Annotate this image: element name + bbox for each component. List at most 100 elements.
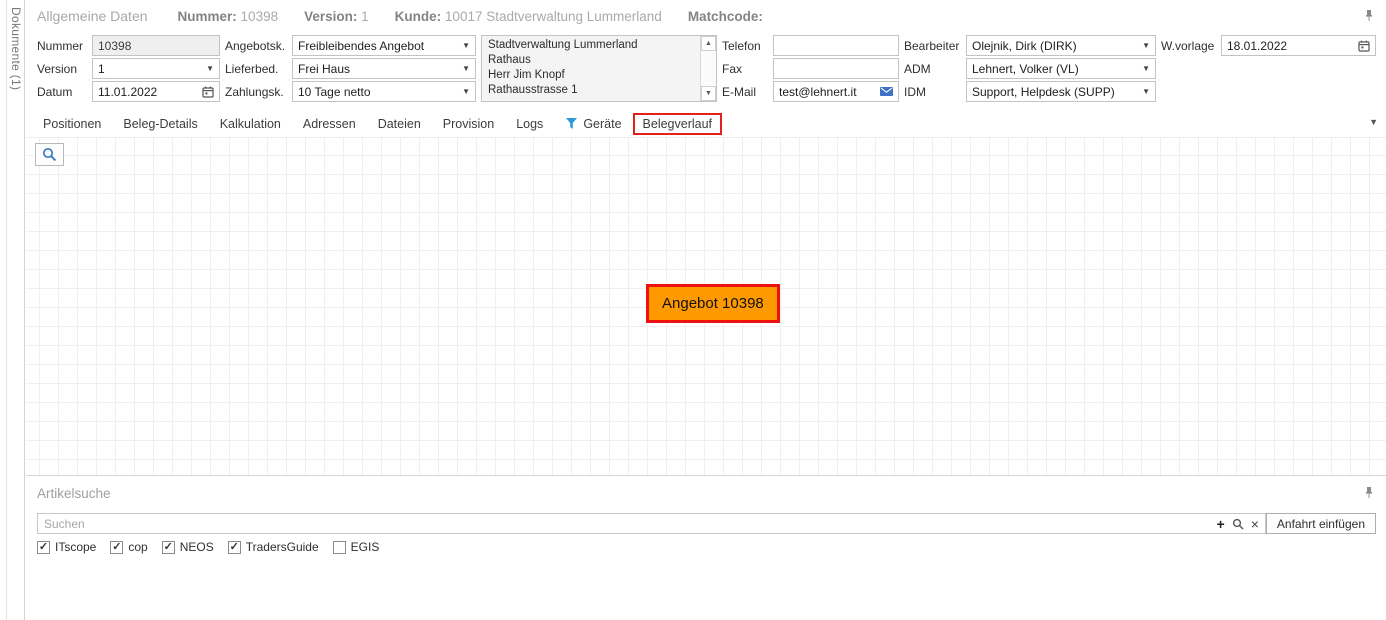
calendar-icon[interactable] — [202, 86, 214, 98]
tab-positionen[interactable]: Positionen — [32, 113, 112, 135]
tab-logs[interactable]: Logs — [505, 113, 554, 135]
email-label: E-Mail — [722, 81, 768, 102]
tab-label: Logs — [516, 117, 543, 131]
chevron-down-icon[interactable]: ▼ — [458, 64, 470, 73]
email-field[interactable] — [773, 81, 899, 102]
checkbox[interactable] — [110, 541, 123, 554]
tab-label: Belegverlauf — [643, 117, 713, 131]
checkbox[interactable] — [37, 541, 50, 554]
chevron-down-icon[interactable]: ▼ — [1138, 87, 1150, 96]
tab-adressen[interactable]: Adressen — [292, 113, 367, 135]
header-kunde-label: Kunde: — [395, 9, 442, 24]
address-line: Herr Jim Knopf — [488, 68, 694, 83]
main-area: Allgemeine Daten Nummer: 10398 Version: … — [26, 0, 1386, 620]
funnel-icon — [565, 117, 578, 130]
address-scrollbar[interactable]: ▲ ▼ — [700, 36, 716, 101]
tab-geraete[interactable]: Geräte — [554, 113, 632, 135]
fax-field[interactable] — [773, 58, 899, 79]
source-egis[interactable]: EGIS — [333, 540, 380, 554]
tab-label: Adressen — [303, 117, 356, 131]
tab-label: Kalkulation — [220, 117, 281, 131]
source-cop[interactable]: cop — [110, 540, 147, 554]
address-line: Stadtverwaltung Lummerland — [488, 38, 694, 53]
source-itscope[interactable]: ITscope — [37, 540, 96, 554]
idm-value: Support, Helpdesk (SUPP) — [972, 85, 1115, 99]
tab-belegverlauf[interactable]: Belegverlauf — [633, 113, 723, 135]
nummer-value: 10398 — [98, 39, 131, 53]
chevron-down-icon[interactable]: ▼ — [458, 41, 470, 50]
version-select[interactable]: 1▼ — [92, 58, 220, 79]
lieferbed-select[interactable]: Frei Haus▼ — [292, 58, 476, 79]
header-nummer-value: 10398 — [241, 9, 279, 24]
source-tradersguide[interactable]: TradersGuide — [228, 540, 319, 554]
tab-kalkulation[interactable]: Kalkulation — [209, 113, 292, 135]
header-kunde-value: 10017 Stadtverwaltung Lummerland — [445, 9, 662, 24]
pin-icon[interactable] — [1364, 9, 1374, 22]
adm-select[interactable]: Lehnert, Volker (VL) ▼ — [966, 58, 1156, 79]
checkbox[interactable] — [162, 541, 175, 554]
document-tab-bar: Positionen Beleg-Details Kalkulation Adr… — [26, 110, 1386, 138]
tab-beleg-details[interactable]: Beleg-Details — [112, 113, 208, 135]
address-text: Stadtverwaltung Lummerland Rathaus Herr … — [482, 36, 700, 101]
lieferbed-label: Lieferbed. — [225, 58, 287, 79]
close-icon[interactable] — [1251, 516, 1259, 532]
belegverlauf-canvas[interactable]: Angebot 10398 — [26, 138, 1386, 475]
tab-provision[interactable]: Provision — [432, 113, 505, 135]
chevron-down-icon[interactable]: ▼ — [1138, 64, 1150, 73]
calendar-icon[interactable] — [1358, 40, 1370, 52]
fax-input[interactable] — [779, 62, 893, 76]
bearbeiter-select[interactable]: Olejnik, Dirk (DIRK) ▼ — [966, 35, 1156, 56]
chevron-down-icon[interactable]: ▼ — [202, 64, 214, 73]
anfahrt-einfuegen-button[interactable]: Anfahrt einfügen — [1266, 513, 1376, 534]
wvorlage-label: W.vorlage — [1161, 35, 1216, 56]
article-search-box[interactable] — [37, 513, 1266, 534]
tab-dateien[interactable]: Dateien — [367, 113, 432, 135]
tab-overflow-chevron-icon[interactable]: ▼ — [1369, 117, 1378, 127]
mail-icon[interactable] — [880, 87, 893, 96]
document-node-angebot[interactable]: Angebot 10398 — [646, 284, 780, 323]
nummer-label: Nummer — [37, 35, 87, 56]
article-search-row: Anfahrt einfügen — [37, 513, 1376, 534]
version-value: 1 — [98, 62, 105, 76]
search-input[interactable] — [44, 517, 1210, 531]
angebotsk-value: Freibleibendes Angebot — [298, 39, 424, 53]
chevron-down-icon[interactable]: ▼ — [458, 87, 470, 96]
adm-value: Lehnert, Volker (VL) — [972, 62, 1079, 76]
email-input[interactable] — [779, 85, 880, 99]
tab-label: Provision — [443, 117, 494, 131]
scroll-down-icon[interactable]: ▼ — [701, 86, 716, 101]
documents-dock-label[interactable]: Dokumente (1) — [9, 0, 23, 90]
zahlungsk-label: Zahlungsk. — [225, 81, 287, 102]
chevron-down-icon[interactable]: ▼ — [1138, 41, 1150, 50]
checkbox[interactable] — [333, 541, 346, 554]
angebotsk-select[interactable]: Freibleibendes Angebot ▼ — [292, 35, 476, 56]
address-line: Rathaus — [488, 53, 694, 68]
page-title: Allgemeine Daten — [37, 8, 148, 24]
header-matchcode: Matchcode: — [688, 9, 763, 24]
wvorlage-value: 18.01.2022 — [1227, 39, 1287, 53]
checkbox-label: NEOS — [180, 540, 214, 554]
bearbeiter-value: Olejnik, Dirk (DIRK) — [972, 39, 1077, 53]
nummer-field[interactable]: 10398 — [92, 35, 220, 56]
wvorlage-field[interactable]: 18.01.2022 — [1221, 35, 1376, 56]
search-icon[interactable] — [1232, 518, 1244, 530]
checkbox[interactable] — [228, 541, 241, 554]
address-box[interactable]: Stadtverwaltung Lummerland Rathaus Herr … — [481, 35, 717, 102]
scroll-up-icon[interactable]: ▲ — [701, 36, 716, 51]
pin-icon[interactable] — [1364, 486, 1374, 499]
zoom-button[interactable] — [35, 143, 64, 166]
version-label: Version — [37, 58, 87, 79]
telefon-field[interactable] — [773, 35, 899, 56]
zahlungsk-select[interactable]: 10 Tage netto▼ — [292, 81, 476, 102]
idm-select[interactable]: Support, Helpdesk (SUPP) ▼ — [966, 81, 1156, 102]
header-kunde: Kunde: 10017 Stadtverwaltung Lummerland — [395, 9, 662, 24]
header-nummer: Nummer: 10398 — [178, 9, 279, 24]
documents-dock-strip[interactable]: Dokumente (1) — [6, 0, 25, 620]
adm-label: ADM — [904, 58, 961, 79]
header-version: Version: 1 — [304, 9, 369, 24]
source-neos[interactable]: NEOS — [162, 540, 214, 554]
artikelsuche-title: Artikelsuche — [26, 476, 1386, 501]
telefon-input[interactable] — [779, 39, 893, 53]
datum-field[interactable]: 11.01.2022 — [92, 81, 220, 102]
add-icon[interactable] — [1217, 516, 1225, 532]
